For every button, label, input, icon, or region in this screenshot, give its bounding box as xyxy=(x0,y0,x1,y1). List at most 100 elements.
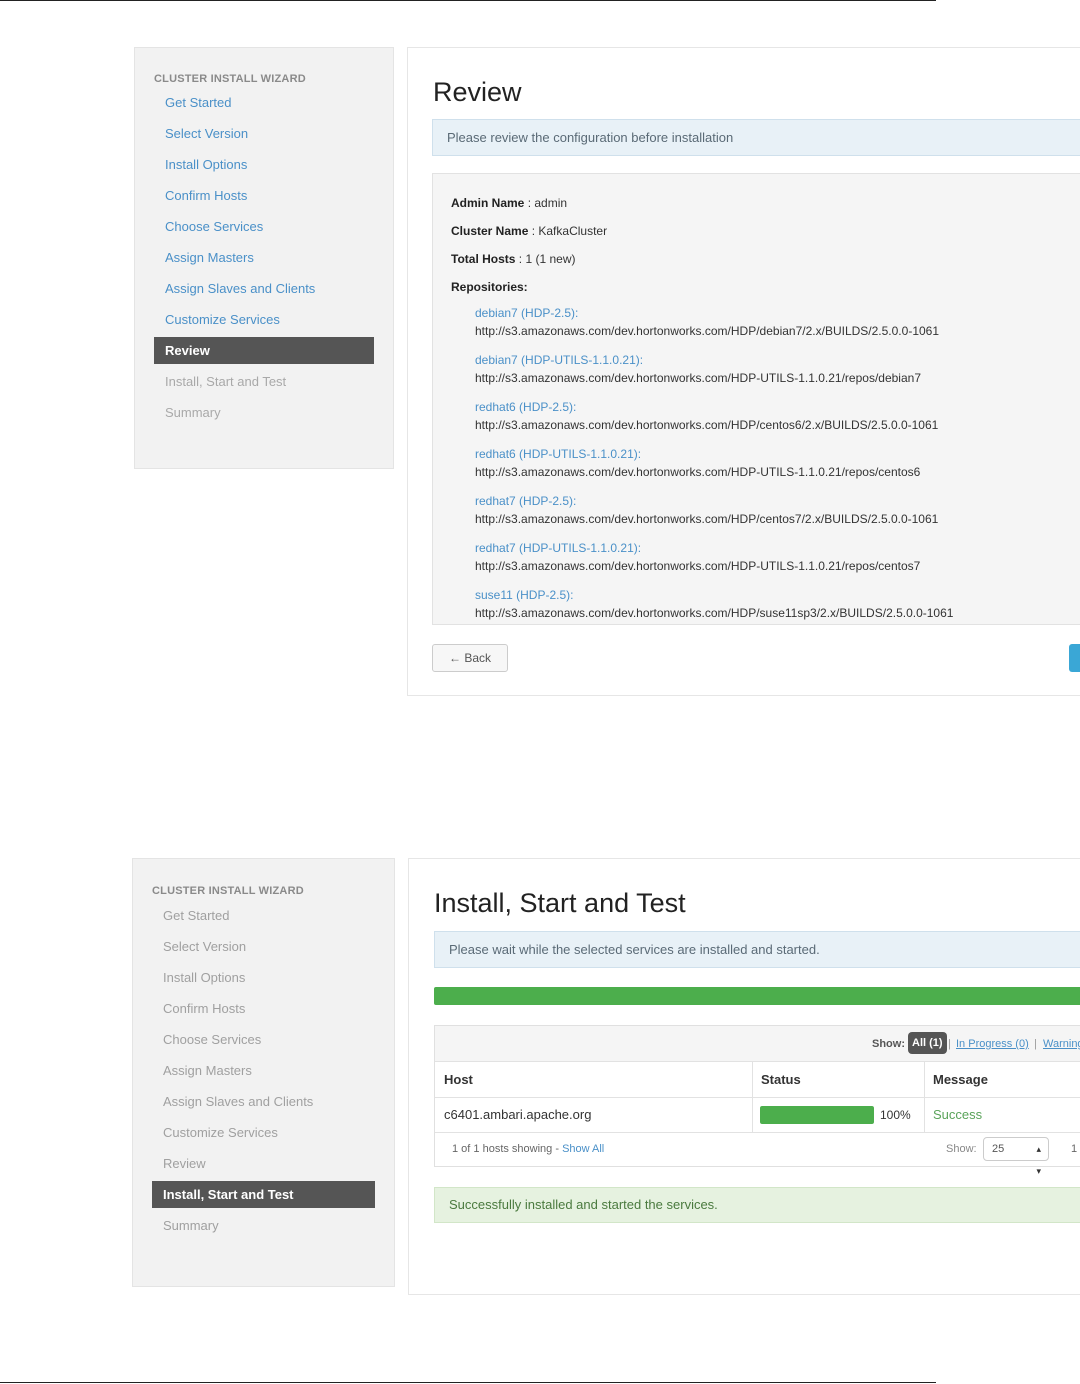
step-customize-services[interactable]: Customize Services xyxy=(154,306,374,333)
step-summary: Summary xyxy=(163,1218,219,1233)
overall-progress-fill xyxy=(434,987,1080,1005)
hosts-count: 1 of 1 hosts showing - Show All xyxy=(452,1143,605,1155)
host-progress-bar xyxy=(760,1105,874,1124)
step-install-options: Install Options xyxy=(163,970,246,985)
review-details: Admin Name : admin Cluster Name : KafkaC… xyxy=(432,173,1080,625)
wizard-sidebar-review: CLUSTER INSTALL WIZARD Get Started Selec… xyxy=(134,47,394,469)
host-cell: c6401.ambari.apache.org xyxy=(444,1107,592,1122)
repo-url: http://s3.amazonaws.com/dev.hortonworks.… xyxy=(475,606,954,620)
bottom-rule xyxy=(0,1382,936,1383)
repo-url: http://s3.amazonaws.com/dev.hortonworks.… xyxy=(475,371,921,385)
repo-name[interactable]: redhat7 (HDP-UTILS-1.1.0.21): xyxy=(475,539,920,557)
hosts-table: Show: All (1) | In Progress (0) | Warnin… xyxy=(434,1025,1080,1176)
step-install-start-test[interactable]: Install, Start and Test xyxy=(152,1181,375,1208)
page-size-select[interactable]: 25 ▴ ▾ xyxy=(983,1137,1049,1176)
step-assign-slaves[interactable]: Assign Slaves and Clients xyxy=(154,275,374,302)
filter-in-progress-link[interactable]: In Progress (0) xyxy=(956,1038,1029,1050)
filter-separator: | xyxy=(1034,1038,1037,1050)
step-select-version[interactable]: Select Version xyxy=(154,120,374,147)
step-get-started: Get Started xyxy=(163,908,230,923)
table-header: Host Status Message xyxy=(435,1061,1080,1098)
col-message[interactable]: Message xyxy=(924,1061,1080,1097)
total-hosts-value: : 1 (1 new) xyxy=(515,252,576,266)
cluster-name-value: : KafkaCluster xyxy=(528,224,608,238)
repo-item: redhat7 (HDP-UTILS-1.1.0.21): http://s3.… xyxy=(475,539,920,575)
admin-name-label: Admin Name xyxy=(451,196,525,210)
filter-all-button[interactable]: All (1) xyxy=(908,1032,947,1054)
filter-warning-link[interactable]: Warning xyxy=(1043,1038,1080,1050)
repo-url: http://s3.amazonaws.com/dev.hortonworks.… xyxy=(475,418,939,432)
repo-name[interactable]: redhat6 (HDP-UTILS-1.1.0.21): xyxy=(475,445,920,463)
deploy-button[interactable] xyxy=(1069,644,1080,672)
repo-item: debian7 (HDP-UTILS-1.1.0.21): http://s3.… xyxy=(475,351,921,387)
admin-name-row: Admin Name : admin xyxy=(451,196,567,210)
step-select-version: Select Version xyxy=(163,939,247,954)
page-number: 1 xyxy=(1071,1143,1078,1155)
overall-progress-bar xyxy=(434,987,1080,1005)
wizard-title: CLUSTER INSTALL WIZARD xyxy=(152,885,304,897)
review-info-alert: Please review the configuration before i… xyxy=(432,119,1080,156)
repo-item: suse11 (HDP-2.5): http://s3.amazonaws.co… xyxy=(475,586,953,622)
step-choose-services: Choose Services xyxy=(163,1032,262,1047)
col-host[interactable]: Host xyxy=(435,1061,752,1097)
cluster-name-row: Cluster Name : KafkaCluster xyxy=(451,224,607,238)
repo-name[interactable]: redhat6 (HDP-2.5): xyxy=(475,398,938,416)
wizard-sidebar-install: CLUSTER INSTALL WIZARD Get Started Selec… xyxy=(132,858,395,1287)
filter-separator: | xyxy=(948,1038,951,1050)
step-get-started[interactable]: Get Started xyxy=(154,89,374,116)
step-summary: Summary xyxy=(165,405,221,420)
review-panel: Review Please review the configuration b… xyxy=(407,47,1080,696)
message-cell[interactable]: Success xyxy=(924,1097,1080,1132)
repo-item: debian7 (HDP-2.5): http://s3.amazonaws.c… xyxy=(475,304,939,340)
admin-name-value: : admin xyxy=(524,196,568,210)
success-alert: Successfully installed and started the s… xyxy=(434,1187,1080,1223)
table-row: c6401.ambari.apache.org 100% Success xyxy=(435,1097,1080,1133)
show-all-link[interactable]: Show All xyxy=(562,1143,604,1155)
filter-bar: Show: All (1) | In Progress (0) | Warnin… xyxy=(435,1026,1080,1062)
step-customize-services: Customize Services xyxy=(163,1125,278,1140)
step-install-start-test: Install, Start and Test xyxy=(165,374,287,389)
repo-name[interactable]: debian7 (HDP-2.5): xyxy=(475,304,939,322)
column-divider xyxy=(924,1061,925,1132)
step-choose-services[interactable]: Choose Services xyxy=(154,213,374,240)
column-divider xyxy=(752,1061,753,1132)
repo-url: http://s3.amazonaws.com/dev.hortonworks.… xyxy=(475,559,921,573)
top-rule xyxy=(0,0,936,1)
repo-url: http://s3.amazonaws.com/dev.hortonworks.… xyxy=(475,324,940,338)
col-status[interactable]: Status xyxy=(752,1061,924,1097)
repositories-heading: Repositories: xyxy=(451,280,528,294)
repo-item: redhat6 (HDP-2.5): http://s3.amazonaws.c… xyxy=(475,398,938,434)
step-confirm-hosts[interactable]: Confirm Hosts xyxy=(154,182,374,209)
host-progress-fill xyxy=(760,1105,874,1124)
table-footer: 1 of 1 hosts showing - Show All Show: 25… xyxy=(435,1132,1080,1176)
back-button[interactable]: ← Back xyxy=(432,644,508,672)
step-review: Review xyxy=(163,1156,206,1171)
step-install-options[interactable]: Install Options xyxy=(154,151,374,178)
step-assign-slaves: Assign Slaves and Clients xyxy=(163,1094,314,1109)
repo-item: redhat6 (HDP-UTILS-1.1.0.21): http://s3.… xyxy=(475,445,920,481)
repo-name[interactable]: debian7 (HDP-UTILS-1.1.0.21): xyxy=(475,351,921,369)
status-cell: 100% xyxy=(752,1097,924,1132)
select-arrows-icon: ▴ ▾ xyxy=(1036,1144,1041,1176)
step-confirm-hosts: Confirm Hosts xyxy=(163,1001,246,1016)
repo-name[interactable]: suse11 (HDP-2.5): xyxy=(475,586,953,604)
filter-show-label: Show: xyxy=(872,1038,905,1050)
page-title: Install, Start and Test xyxy=(434,888,686,918)
step-assign-masters: Assign Masters xyxy=(163,1063,252,1078)
total-hosts-row: Total Hosts : 1 (1 new) xyxy=(451,252,575,266)
total-hosts-label: Total Hosts xyxy=(451,252,516,266)
page-size-value: 25 xyxy=(992,1143,1005,1155)
page-size-label: Show: xyxy=(946,1143,977,1155)
repo-item: redhat7 (HDP-2.5): http://s3.amazonaws.c… xyxy=(475,492,938,528)
wizard-title: CLUSTER INSTALL WIZARD xyxy=(154,73,306,85)
page-title: Review xyxy=(433,77,522,107)
install-info-alert: Please wait while the selected services … xyxy=(434,931,1080,968)
repo-url: http://s3.amazonaws.com/dev.hortonworks.… xyxy=(475,465,921,479)
repo-url: http://s3.amazonaws.com/dev.hortonworks.… xyxy=(475,512,939,526)
install-panel: Install, Start and Test Please wait whil… xyxy=(408,858,1080,1295)
cluster-name-label: Cluster Name xyxy=(451,224,529,238)
repo-name[interactable]: redhat7 (HDP-2.5): xyxy=(475,492,938,510)
host-progress-percent: 100% xyxy=(880,1107,911,1122)
step-review[interactable]: Review xyxy=(154,337,374,364)
step-assign-masters[interactable]: Assign Masters xyxy=(154,244,374,271)
